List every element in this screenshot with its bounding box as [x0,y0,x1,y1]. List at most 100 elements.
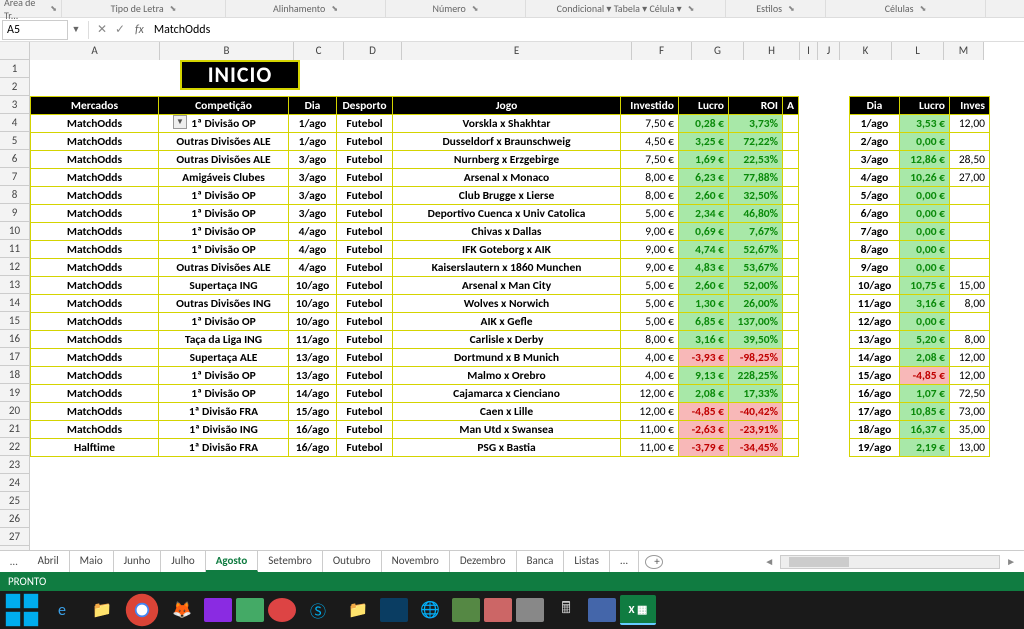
row-header[interactable]: 18 [0,366,29,384]
table-row[interactable]: 11/ago3,16 €8,00 [850,295,990,313]
sheet-tab[interactable]: Setembro [258,551,323,572]
table-header[interactable]: ROI [729,97,783,115]
table-header[interactable]: Jogo [393,97,621,115]
formula-bar[interactable]: MatchOdds [150,21,1024,39]
column-header[interactable]: K [840,42,892,60]
row-header[interactable]: 25 [0,492,29,510]
table-row[interactable]: 14/ago2,08 €12,00 [850,349,990,367]
taskbar-ie-icon[interactable]: e [44,595,80,625]
taskbar-folder-icon[interactable]: 📁 [340,595,376,625]
table-row[interactable]: MatchOdds1ª Divisão OP13/agoFutebolMalmo… [31,367,799,385]
column-header[interactable]: L [892,42,944,60]
start-button[interactable] [4,595,40,625]
table-row[interactable]: MatchOddsSupertaça ALE13/agoFutebolDortm… [31,349,799,367]
fx-icon[interactable]: fx [135,23,144,37]
main-table[interactable]: MercadosCompetiçãoDiaDesportoJogoInvesti… [30,96,799,457]
sheet-tab[interactable]: ... [610,551,639,572]
row-header[interactable]: 6 [0,150,29,168]
table-row[interactable]: MatchOdds1ª Divisão OP3/agoFutebolDeport… [31,205,799,223]
table-header[interactable]: Competição [159,97,289,115]
row-header[interactable]: 16 [0,330,29,348]
summary-table[interactable]: DiaLucroInves1/ago3,53 €12,002/ago0,00 €… [849,96,990,457]
table-row[interactable]: MatchOddsTaça da Liga ING11/agoFutebolCa… [31,331,799,349]
table-header[interactable]: Dia [850,97,900,115]
sheet-tab[interactable]: Banca [517,551,565,572]
table-row[interactable]: 16/ago1,07 €72,50 [850,385,990,403]
column-header[interactable]: B [160,42,294,60]
inicio-button[interactable]: INICIO [180,60,300,90]
row-header[interactable]: 22 [0,438,29,456]
sheet-tab[interactable]: Abril [28,551,70,572]
taskbar-web-icon[interactable]: 🌐 [412,595,448,625]
sheet-tab[interactable]: Listas [564,551,609,572]
table-header[interactable]: Lucro [679,97,729,115]
row-header[interactable]: 13 [0,276,29,294]
table-row[interactable]: MatchOddsOutras Divisões ING10/agoFutebo… [31,295,799,313]
table-row[interactable]: 19/ago2,19 €13,00 [850,439,990,457]
row-header[interactable]: 1 [0,60,29,78]
row-header[interactable]: 19 [0,384,29,402]
table-row[interactable]: MatchOdds1ª Divisão ING16/agoFutebolMan … [31,421,799,439]
row-header[interactable]: 17 [0,348,29,366]
table-row[interactable]: 5/ago0,00 € [850,187,990,205]
add-sheet-button[interactable]: + [645,555,663,569]
table-header[interactable]: Dia [289,97,337,115]
column-header[interactable]: I [800,42,818,60]
row-header[interactable]: 26 [0,510,29,528]
name-box[interactable] [2,20,68,40]
sheet-tab[interactable]: Outubro [323,551,382,572]
taskbar-explorer-icon[interactable]: 📁 [84,595,120,625]
table-row[interactable]: 13/ago5,20 €8,00 [850,331,990,349]
select-all-corner[interactable] [0,42,30,60]
row-header[interactable]: 4 [0,114,29,132]
table-header[interactable]: Lucro [900,97,950,115]
column-header[interactable]: C [294,42,344,60]
cancel-formula-icon[interactable]: ✕ [93,22,111,37]
table-row[interactable]: 15/ago-4,85 €12,00 [850,367,990,385]
taskbar-chrome-icon[interactable] [124,595,160,625]
row-header[interactable]: 23 [0,456,29,474]
filter-dropdown-icon[interactable]: ▼ [173,115,187,129]
table-row[interactable]: MatchOdds1ª Divisão OP1/agoFutebolVorskl… [31,115,799,133]
accept-formula-icon[interactable]: ✓ [111,22,129,37]
taskbar-app-icon[interactable] [204,598,232,622]
table-row[interactable]: 3/ago12,86 €28,50 [850,151,990,169]
table-row[interactable]: 9/ago0,00 € [850,259,990,277]
table-row[interactable]: 6/ago0,00 € [850,205,990,223]
table-row[interactable]: 2/ago0,00 € [850,133,990,151]
table-row[interactable]: MatchOdds1ª Divisão OP4/agoFutebolChivas… [31,223,799,241]
sheet-tab[interactable]: Novembro [382,551,450,572]
table-row[interactable]: MatchOdds1ª Divisão FRA15/agoFutebolCaen… [31,403,799,421]
table-row[interactable]: 7/ago0,00 € [850,223,990,241]
column-header[interactable]: F [632,42,692,60]
sheet-tab[interactable]: Maio [70,551,114,572]
table-row[interactable]: 1/ago3,53 €12,00 [850,115,990,133]
row-header[interactable]: 9 [0,204,29,222]
table-row[interactable]: MatchOddsOutras Divisões ALE1/agoFutebol… [31,133,799,151]
row-header[interactable]: 3 [0,96,29,114]
taskbar-app4-icon[interactable] [380,598,408,622]
row-header[interactable]: 8 [0,186,29,204]
row-header[interactable]: 5 [0,132,29,150]
table-header[interactable]: Desporto [337,97,393,115]
column-header[interactable]: E [402,42,632,60]
table-header[interactable]: A [783,97,799,115]
scroll-left-icon[interactable]: ◄ [764,555,774,568]
tab-scroll-icon[interactable]: … [0,555,28,568]
taskbar-firefox-icon[interactable]: 🦊 [164,595,200,625]
table-row[interactable]: MatchOdds1ª Divisão OP4/agoFutebolIFK Go… [31,241,799,259]
name-box-dropdown[interactable]: ▼ [68,24,84,35]
row-header[interactable]: 10 [0,222,29,240]
table-row[interactable]: 8/ago0,00 € [850,241,990,259]
taskbar-skype-icon[interactable]: Ⓢ [300,595,336,625]
taskbar-excel-icon[interactable]: X ▦ [620,595,656,625]
horizontal-scrollbar[interactable] [780,555,1000,569]
table-row[interactable]: MatchOdds1ª Divisão OP3/agoFutebolClub B… [31,187,799,205]
table-header[interactable]: Inves [950,97,990,115]
row-header[interactable]: 2 [0,78,29,96]
column-header[interactable]: H [744,42,800,60]
row-header[interactable]: 11 [0,240,29,258]
table-row[interactable]: MatchOdds1ª Divisão OP10/agoFutebolAIK x… [31,313,799,331]
row-headers[interactable]: 1234567891011121314151617181920212223242… [0,60,30,550]
table-row[interactable]: 10/ago10,75 €15,00 [850,277,990,295]
